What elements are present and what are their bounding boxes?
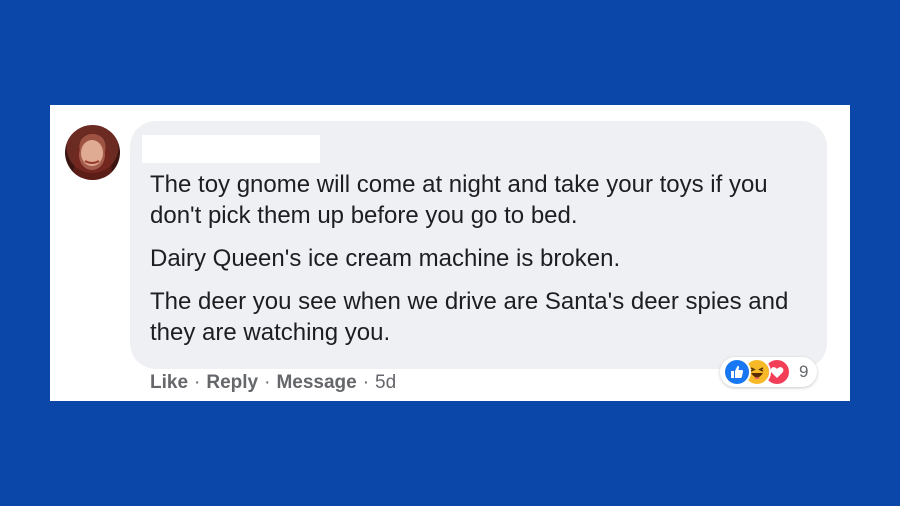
comment-paragraph: The deer you see when we drive are Santa… [150, 288, 789, 346]
like-icon [723, 358, 751, 386]
comment-paragraph: The toy gnome will come at night and tak… [150, 171, 768, 229]
comment-actions: Like · Reply · Message · 5d [150, 372, 396, 394]
message-link[interactable]: Message [276, 372, 356, 393]
timestamp[interactable]: 5d [375, 372, 396, 393]
comment-card: The toy gnome will come at night and tak… [50, 105, 850, 401]
comment-text: The toy gnome will come at night and tak… [150, 169, 810, 360]
reply-link[interactable]: Reply [206, 372, 258, 393]
separator: · [362, 372, 370, 393]
like-link[interactable]: Like [150, 372, 188, 393]
reactions-summary[interactable]: 9 [720, 357, 818, 387]
avatar-image [73, 133, 112, 180]
redacted-author-name [142, 135, 320, 163]
comment-bubble: The toy gnome will come at night and tak… [130, 121, 827, 369]
comment-paragraph: Dairy Queen's ice cream machine is broke… [150, 245, 621, 272]
avatar[interactable] [65, 125, 120, 180]
reaction-count: 9 [799, 362, 809, 381]
separator: · [264, 372, 271, 393]
separator: · [194, 372, 201, 393]
